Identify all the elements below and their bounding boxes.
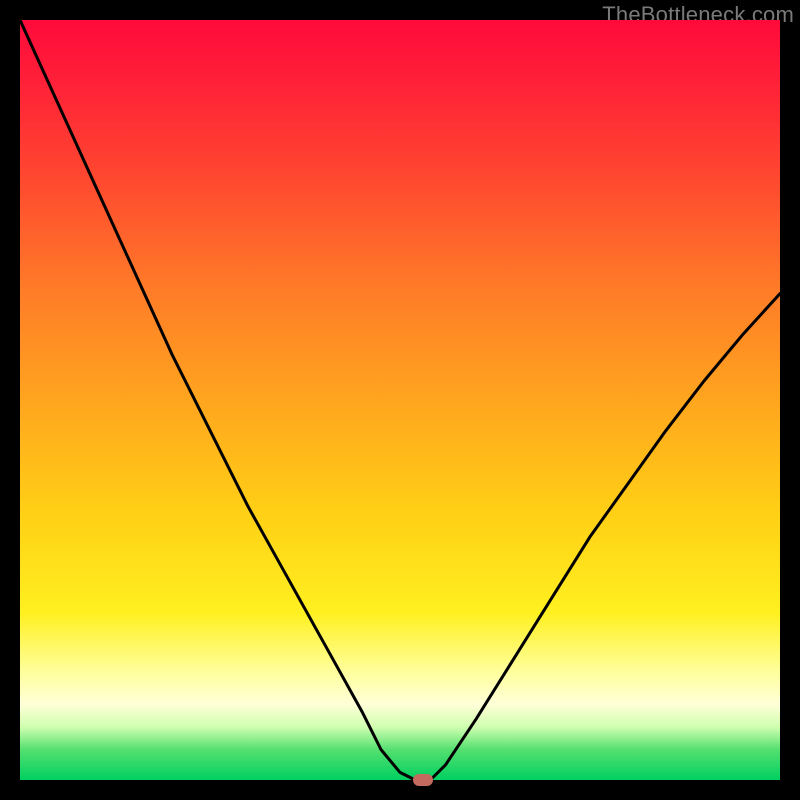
optimal-point-marker <box>413 774 433 786</box>
chart-frame: TheBottleneck.com <box>0 0 800 800</box>
bottleneck-curve <box>20 20 780 780</box>
plot-area <box>20 20 780 780</box>
